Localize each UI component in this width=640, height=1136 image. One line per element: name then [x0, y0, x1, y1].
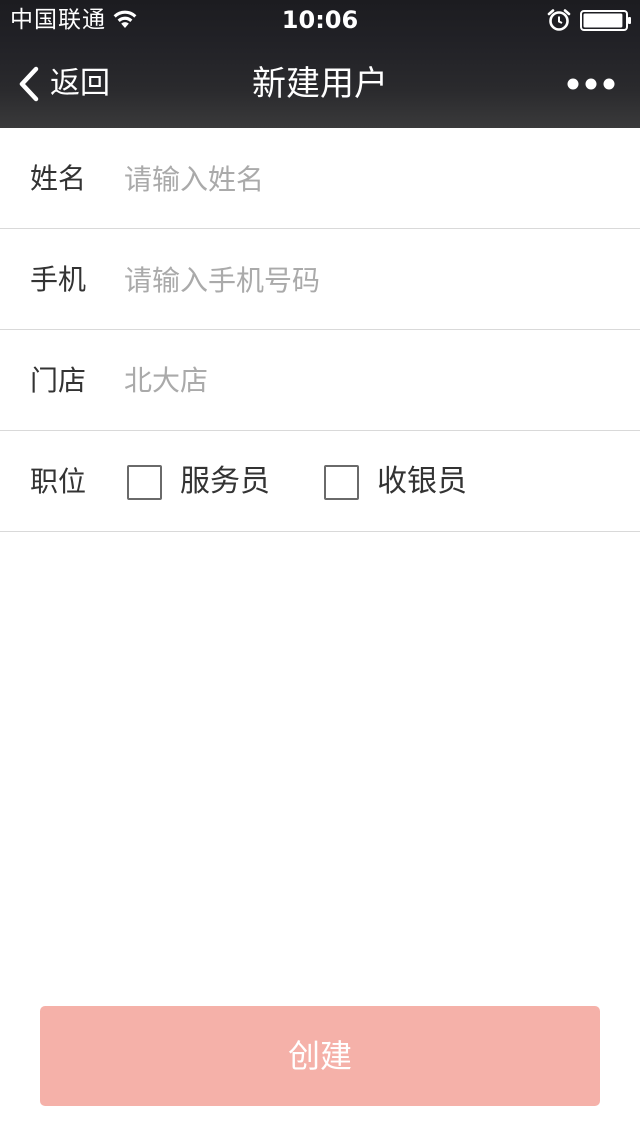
create-button[interactable]: 创建: [40, 1006, 600, 1106]
waiter-label: 服务员: [180, 464, 270, 499]
position-label: 职位: [30, 465, 87, 498]
phone-input[interactable]: [124, 255, 604, 305]
store-row[interactable]: 门店 北大店: [0, 330, 640, 431]
name-row: 姓名: [0, 128, 640, 229]
store-label: 门店: [30, 364, 87, 397]
name-label: 姓名: [30, 162, 87, 195]
cashier-label: 收银员: [377, 464, 467, 499]
cashier-checkbox[interactable]: [324, 464, 359, 500]
phone-label: 手机: [30, 263, 87, 296]
nav-bar: 返回 新建用户: [0, 40, 640, 128]
back-label: 返回: [50, 66, 110, 101]
status-bar: 中国联通 10:06: [0, 0, 640, 40]
phone-row: 手机: [0, 229, 640, 330]
position-row: 职位 服务员 收银员: [0, 431, 640, 532]
back-button[interactable]: 返回: [14, 60, 110, 108]
position-option-waiter[interactable]: 服务员: [127, 463, 270, 501]
position-option-cashier[interactable]: 收银员: [324, 463, 467, 501]
alarm-icon: [547, 9, 571, 31]
name-input[interactable]: [124, 154, 604, 204]
store-value: 北大店: [124, 364, 209, 397]
page-title: 新建用户: [252, 64, 388, 104]
chevron-left-icon: [19, 66, 39, 102]
new-user-form: 姓名 手机 门店 北大店 职位 服务员 收银员: [0, 128, 640, 532]
waiter-checkbox[interactable]: [127, 464, 162, 500]
more-dots-icon[interactable]: [560, 68, 624, 100]
app-header: 中国联通 10:06 返回 新建用户: [0, 0, 640, 128]
battery-icon: [580, 10, 631, 31]
clock-time: 10:06: [281, 6, 359, 34]
